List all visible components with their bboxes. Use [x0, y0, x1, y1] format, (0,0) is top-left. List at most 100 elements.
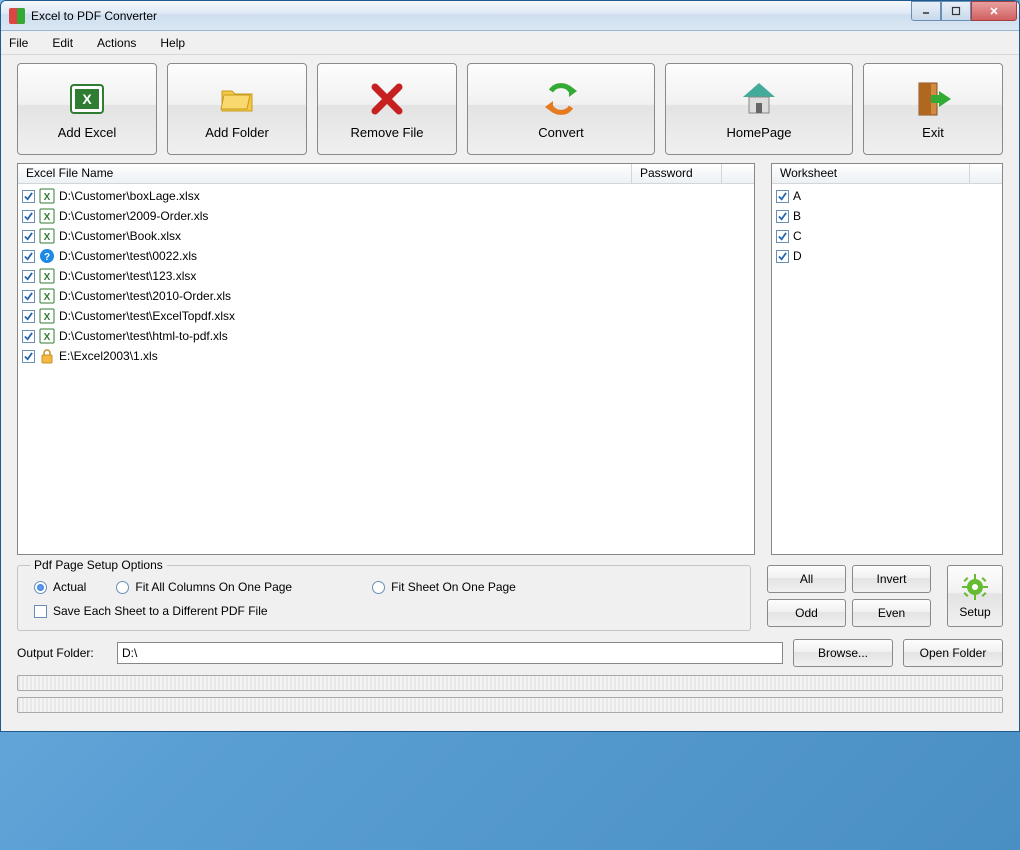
file-row[interactable]: X D:\Customer\test\2010-Order.xls [22, 286, 750, 306]
menu-edit[interactable]: Edit [52, 36, 73, 50]
radio-actual-label: Actual [53, 580, 86, 594]
output-folder-input[interactable] [117, 642, 783, 664]
file-row[interactable]: X D:\Customer\test\html-to-pdf.xls [22, 326, 750, 346]
row-checkbox[interactable] [776, 210, 789, 223]
close-button[interactable] [971, 1, 1017, 21]
worksheet-row[interactable]: A [776, 186, 998, 206]
remove-icon [367, 79, 407, 119]
row-checkbox[interactable] [22, 290, 35, 303]
radio-indicator [116, 581, 129, 594]
window-controls [911, 1, 1017, 21]
svg-text:X: X [44, 332, 51, 343]
col-spacer2 [970, 164, 1002, 183]
col-password[interactable]: Password [632, 164, 722, 183]
add-folder-button[interactable]: Add Folder [167, 63, 307, 155]
file-list-panel: Excel File Name Password X D:\Customer\bo… [17, 163, 755, 555]
col-spacer [722, 164, 754, 183]
homepage-button[interactable]: HomePage [665, 63, 853, 155]
convert-button[interactable]: Convert [467, 63, 655, 155]
exit-icon [913, 79, 953, 119]
worksheet-row[interactable]: B [776, 206, 998, 226]
row-checkbox[interactable] [22, 230, 35, 243]
open-folder-button[interactable]: Open Folder [903, 639, 1003, 667]
select-odd-button[interactable]: Odd [767, 599, 846, 627]
file-path: D:\Customer\boxLage.xlsx [59, 189, 200, 203]
file-row[interactable]: E:\Excel2003\1.xls [22, 346, 750, 366]
col-filename[interactable]: Excel File Name [18, 164, 632, 183]
worksheet-row[interactable]: C [776, 226, 998, 246]
file-path: D:\Customer\test\ExcelTopdf.xlsx [59, 309, 235, 323]
file-type-icon [39, 348, 55, 364]
file-row[interactable]: XD:\Customer\test\ExcelTopdf.xlsx [22, 306, 750, 326]
setup-button-col: Setup [947, 565, 1003, 627]
setup-button[interactable]: Setup [947, 565, 1003, 627]
exit-label: Exit [922, 125, 944, 140]
radio-fit-sheet[interactable]: Fit Sheet On One Page [372, 580, 516, 594]
add-excel-label: Add Excel [58, 125, 117, 140]
convert-icon [541, 79, 581, 119]
select-even-button[interactable]: Even [852, 599, 931, 627]
row-checkbox[interactable] [22, 350, 35, 363]
add-excel-button[interactable]: X Add Excel [17, 63, 157, 155]
checkbox-indicator [34, 605, 47, 618]
radio-fit-columns[interactable]: Fit All Columns On One Page [116, 580, 292, 594]
file-row[interactable]: XD:\Customer\test\123.xlsx [22, 266, 750, 286]
minimize-button[interactable] [911, 1, 941, 21]
col-worksheet[interactable]: Worksheet [772, 164, 970, 183]
titlebar: Excel to PDF Converter [1, 1, 1019, 31]
file-type-icon: X [39, 188, 55, 204]
file-row[interactable]: X D:\Customer\2009-Order.xls [22, 206, 750, 226]
row-checkbox[interactable] [22, 330, 35, 343]
worksheet-body[interactable]: ABCD [772, 184, 1002, 554]
file-path: D:\Customer\test\html-to-pdf.xls [59, 329, 228, 343]
radio-actual[interactable]: Actual [34, 580, 86, 594]
worksheet-name: C [793, 229, 802, 243]
menu-file[interactable]: File [9, 36, 28, 50]
file-path: D:\Customer\Book.xlsx [59, 229, 181, 243]
file-list-body[interactable]: X D:\Customer\boxLage.xlsx X D:\Customer\20… [18, 184, 754, 554]
excel-icon: X [67, 79, 107, 119]
browse-button[interactable]: Browse... [793, 639, 893, 667]
file-row[interactable]: X D:\Customer\boxLage.xlsx [22, 186, 750, 206]
file-row[interactable]: XD:\Customer\Book.xlsx [22, 226, 750, 246]
svg-text:?: ? [44, 252, 50, 263]
content-area: X Add Excel Add Folder Remove File [1, 55, 1019, 731]
svg-text:X: X [44, 192, 51, 203]
gear-icon [962, 574, 988, 603]
progress-bar-2 [17, 697, 1003, 713]
menu-help[interactable]: Help [160, 36, 185, 50]
app-window: Excel to PDF Converter File Edit Actions… [0, 0, 1020, 732]
pdf-setup-group: Pdf Page Setup Options Actual Fit All Co… [17, 565, 751, 631]
row-checkbox[interactable] [22, 270, 35, 283]
svg-text:X: X [44, 212, 51, 223]
row-checkbox[interactable] [22, 310, 35, 323]
invert-button[interactable]: Invert [852, 565, 931, 593]
save-each-checkbox[interactable]: Save Each Sheet to a Different PDF File [34, 604, 738, 618]
save-each-label: Save Each Sheet to a Different PDF File [53, 604, 268, 618]
row-checkbox[interactable] [22, 250, 35, 263]
home-icon [739, 79, 779, 119]
file-type-icon: X [39, 208, 55, 224]
row-checkbox[interactable] [22, 210, 35, 223]
row-checkbox[interactable] [22, 190, 35, 203]
select-all-button[interactable]: All [767, 565, 846, 593]
file-path: D:\Customer\test\2010-Order.xls [59, 289, 231, 303]
row-checkbox[interactable] [776, 230, 789, 243]
setup-button-label: Setup [959, 605, 990, 619]
row-checkbox[interactable] [776, 190, 789, 203]
menu-actions[interactable]: Actions [97, 36, 136, 50]
selection-buttons: All Invert Odd Even [767, 565, 931, 627]
exit-button[interactable]: Exit [863, 63, 1003, 155]
worksheet-row[interactable]: D [776, 246, 998, 266]
file-path: D:\Customer\test\123.xlsx [59, 269, 196, 283]
remove-file-button[interactable]: Remove File [317, 63, 457, 155]
file-type-icon: X [39, 288, 55, 304]
maximize-button[interactable] [941, 1, 971, 21]
file-row[interactable]: ?D:\Customer\test\0022.xls [22, 246, 750, 266]
row-checkbox[interactable] [776, 250, 789, 263]
menubar: File Edit Actions Help [1, 31, 1019, 55]
file-path: D:\Customer\2009-Order.xls [59, 209, 208, 223]
homepage-label: HomePage [726, 125, 791, 140]
app-icon [9, 8, 25, 24]
pdf-setup-legend: Pdf Page Setup Options [30, 558, 167, 572]
